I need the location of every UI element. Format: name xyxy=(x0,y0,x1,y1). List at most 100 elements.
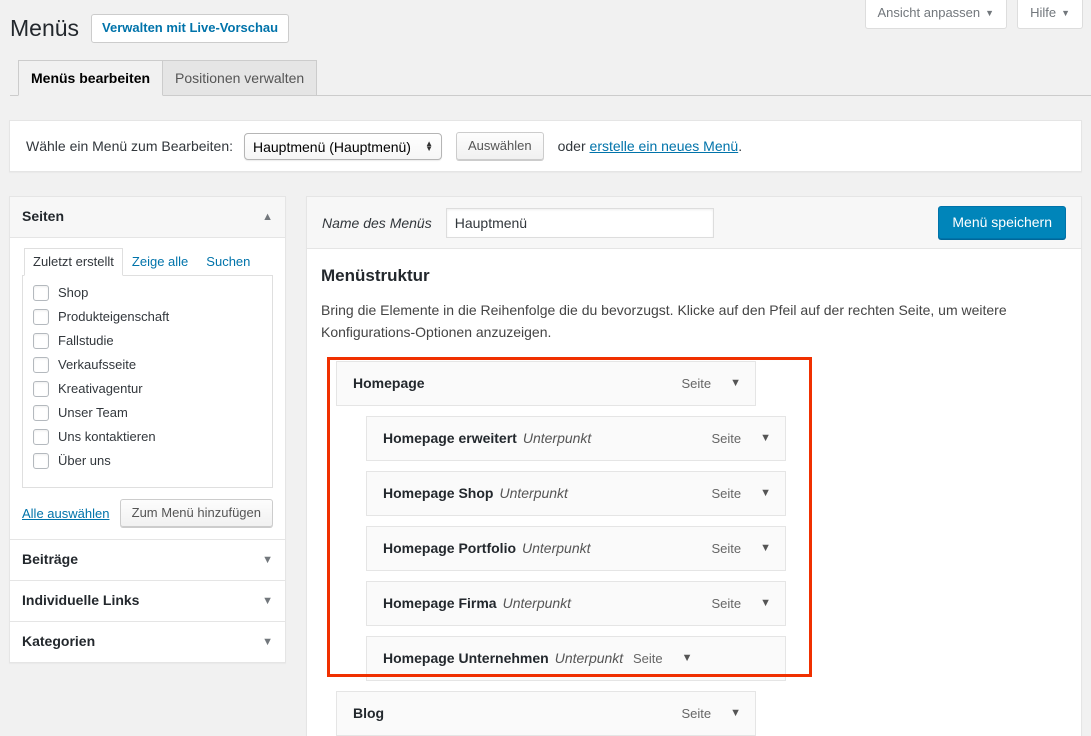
menu-item-title: Homepage Firma xyxy=(383,595,497,611)
accordion-panel-posts: Beiträge ▼ xyxy=(9,539,286,580)
menu-item-type: Seite xyxy=(711,486,742,501)
page-checkbox[interactable] xyxy=(33,356,49,373)
page-checkbox[interactable] xyxy=(33,428,49,445)
menu-name-input[interactable] xyxy=(445,207,714,238)
menu-item-subitem-badge: Unterpunkt xyxy=(502,595,572,611)
help-toggle[interactable]: Hilfe ▼ xyxy=(1017,0,1083,29)
list-item[interactable]: Fallstudie xyxy=(33,332,262,349)
list-item[interactable]: Shop xyxy=(33,284,262,301)
menu-item-meta: Seite ▼ xyxy=(711,428,785,449)
menu-item-meta: Seite ▼ xyxy=(711,483,785,504)
page-checkbox[interactable] xyxy=(33,380,49,397)
tab-manage-locations[interactable]: Positionen verwalten xyxy=(162,60,318,95)
screen-meta-links: Ansicht anpassen ▼ Hilfe ▼ xyxy=(864,0,1083,29)
menu-item-subitem-badge: Unterpunkt xyxy=(499,485,568,501)
chevron-down-icon[interactable]: ▼ xyxy=(262,636,273,648)
page-label: Uns kontaktieren xyxy=(58,429,156,444)
menu-item-labels: Homepage Portfolio Unterpunkt xyxy=(383,538,711,559)
chevron-down-icon[interactable]: ▼ xyxy=(760,593,771,614)
pages-tab-search[interactable]: Suchen xyxy=(197,248,259,276)
select-menu-button[interactable]: Auswählen xyxy=(456,132,544,160)
menu-item-meta: Seite ▼ xyxy=(681,703,755,724)
menu-item-labels: Homepage xyxy=(353,373,681,394)
menu-structure-section: Menüstruktur Bring die Elemente in die R… xyxy=(307,249,1081,736)
chevron-down-icon: ▼ xyxy=(1061,8,1070,18)
wordpress-menus-admin-page: Ansicht anpassen ▼ Hilfe ▼ Menüs Verwalten… xyxy=(0,0,1091,736)
chevron-down-icon[interactable]: ▼ xyxy=(760,483,771,504)
select-all-link[interactable]: Alle auswählen xyxy=(22,506,109,521)
menu-item-row[interactable]: Homepage Seite ▼ xyxy=(336,361,756,406)
pages-tab-recent[interactable]: Zuletzt erstellt xyxy=(24,248,123,276)
menu-item-row[interactable]: Homepage Firma Unterpunkt Seite ▼ xyxy=(366,581,786,626)
accordion-header-categories[interactable]: Kategorien ▼ xyxy=(10,622,285,662)
menu-item-labels: Homepage Firma Unterpunkt xyxy=(383,593,711,614)
accordion-header-pages[interactable]: Seiten ▲ xyxy=(10,197,285,238)
page-label: Shop xyxy=(58,285,89,300)
chevron-down-icon[interactable]: ▼ xyxy=(730,373,741,394)
menu-item-row[interactable]: Homepage Shop Unterpunkt Seite ▼ xyxy=(366,471,786,516)
chevron-down-icon[interactable]: ▼ xyxy=(760,538,771,559)
menu-item-type: Seite xyxy=(681,706,712,721)
screen-options-toggle[interactable]: Ansicht anpassen ▼ xyxy=(864,0,1008,29)
menu-item-title: Blog xyxy=(353,705,385,721)
menu-item-labels: Blog xyxy=(353,703,681,724)
page-checkbox[interactable] xyxy=(33,332,49,349)
pages-checkbox-list[interactable]: Shop Produkteigenschaft Fallstudie Verka… xyxy=(22,276,273,488)
accordion-header-posts[interactable]: Beiträge ▼ xyxy=(10,540,285,580)
menu-select[interactable]: Hauptmenü (Hauptmenü) xyxy=(244,132,442,160)
menu-structure-description: Bring die Elemente in die Reihenfolge di… xyxy=(321,302,1007,340)
list-item[interactable]: Über uns xyxy=(33,452,262,469)
or-text: oder erstelle ein neues Menü. xyxy=(558,138,742,154)
create-new-menu-link[interactable]: erstelle ein neues Menü xyxy=(590,138,739,154)
chevron-up-icon[interactable]: ▲ xyxy=(262,211,273,223)
list-item[interactable]: Kreativagentur xyxy=(33,380,262,397)
menu-item-row[interactable]: Homepage erweitert Unterpunkt Seite ▼ xyxy=(366,416,786,461)
menu-item-meta: Seite ▼ xyxy=(681,373,755,394)
menu-item-row[interactable]: Homepage Unternehmen Unterpunkt Seite ▼ xyxy=(366,636,786,681)
menu-item-type: Seite xyxy=(711,541,742,556)
page-checkbox[interactable] xyxy=(33,284,49,301)
menu-item-row[interactable]: Blog Seite ▼ xyxy=(336,691,756,736)
menu-item-title: Homepage Unternehmen xyxy=(383,650,549,666)
menu-item-title: Homepage xyxy=(353,375,425,391)
list-item[interactable]: Verkaufsseite xyxy=(33,356,262,373)
menu-item-type: Seite xyxy=(681,376,712,391)
chevron-down-icon[interactable]: ▼ xyxy=(760,428,771,449)
accordion-panel-categories: Kategorien ▼ xyxy=(9,621,286,663)
menu-item-labels: Homepage Shop Unterpunkt xyxy=(383,483,711,504)
accordion-body-pages: Zuletzt erstellt Zeige alle Suchen Shop … xyxy=(10,238,285,539)
menu-item-row[interactable]: Homepage Portfolio Unterpunkt Seite ▼ xyxy=(366,526,786,571)
list-item[interactable]: Uns kontaktieren xyxy=(33,428,262,445)
list-item[interactable]: Unser Team xyxy=(33,404,262,421)
page-label: Produkteigenschaft xyxy=(58,309,170,324)
menu-item-title: Homepage Shop xyxy=(383,485,494,501)
accordion-header-custom-links[interactable]: Individuelle Links ▼ xyxy=(10,581,285,621)
menu-items-list: Homepage Seite ▼ Homepage erweitert Unter… xyxy=(321,357,1067,736)
pages-tab-view-all[interactable]: Zeige alle xyxy=(123,248,197,276)
accordion-title-posts: Beiträge xyxy=(22,551,79,567)
menu-item-subitem-badge: Unterpunkt xyxy=(522,430,592,446)
save-menu-button[interactable]: Menü speichern xyxy=(938,206,1066,239)
chevron-down-icon[interactable]: ▼ xyxy=(262,554,273,566)
menu-item-type: Seite xyxy=(711,431,742,446)
menu-item-type: Seite xyxy=(711,596,742,611)
page-checkbox[interactable] xyxy=(33,308,49,325)
list-item[interactable]: Produkteigenschaft xyxy=(33,308,262,325)
pages-tab-list: Zuletzt erstellt Zeige alle Suchen xyxy=(22,248,273,276)
menu-select-bar: Wähle ein Menü zum Bearbeiten: Hauptmenü… xyxy=(9,120,1082,172)
add-to-menu-button[interactable]: Zum Menü hinzufügen xyxy=(119,499,273,527)
menu-select-label: Wähle ein Menü zum Bearbeiten: xyxy=(26,138,233,154)
page-checkbox[interactable] xyxy=(33,404,49,421)
chevron-down-icon: ▼ xyxy=(985,8,995,18)
page-header: Menüs Verwalten mit Live-Vorschau xyxy=(10,14,290,43)
chevron-down-icon[interactable]: ▼ xyxy=(262,595,273,607)
accordion-panel-pages: Seiten ▲ Zuletzt erstellt Zeige alle Suc… xyxy=(9,196,286,539)
live-preview-button[interactable]: Verwalten mit Live-Vorschau xyxy=(91,14,290,43)
tab-edit-menus[interactable]: Menüs bearbeiten xyxy=(18,60,164,96)
page-label: Über uns xyxy=(58,453,111,468)
page-checkbox[interactable] xyxy=(33,452,49,469)
chevron-down-icon[interactable]: ▼ xyxy=(730,703,741,724)
chevron-down-icon[interactable]: ▼ xyxy=(682,648,693,669)
menu-item-meta: Seite ▼ xyxy=(633,648,707,669)
menu-item-subitem-badge: Unterpunkt xyxy=(522,540,591,556)
